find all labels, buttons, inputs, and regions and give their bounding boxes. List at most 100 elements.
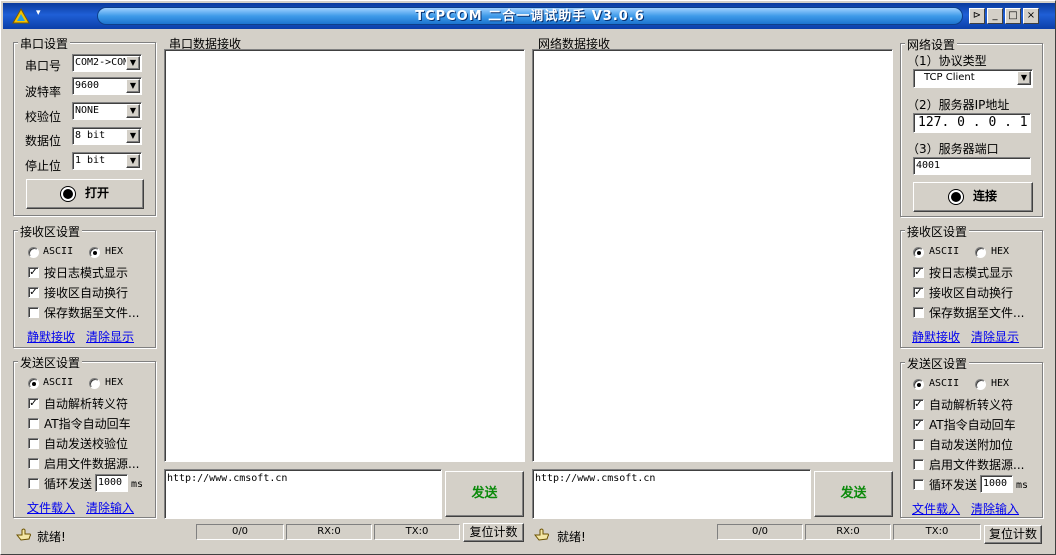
left-recv-hex-radio[interactable] (89, 247, 100, 258)
left-save-file-checkbox[interactable] (28, 307, 39, 318)
close-button[interactable]: × (1023, 8, 1039, 24)
protocol-label: （1）协议类型 (907, 54, 987, 68)
right-at-cr-label: AT指令自动回车 (929, 418, 1016, 432)
left-at-cr-checkbox[interactable] (28, 418, 39, 429)
left-save-file-label: 保存数据至文件... (44, 306, 140, 320)
right-at-cr-checkbox[interactable]: ✓ (913, 419, 924, 430)
chevron-down-icon[interactable]: ▼ (126, 79, 140, 93)
left-recv-ascii-radio[interactable] (28, 247, 39, 258)
databits-select[interactable]: 8 bit ▼ (72, 127, 142, 145)
baud-select[interactable]: 9600 ▼ (72, 77, 142, 95)
minimize-button[interactable]: _ (987, 8, 1003, 24)
connect-button[interactable]: 连接 (913, 182, 1033, 212)
pin-button[interactable]: ⊳ (969, 8, 985, 24)
open-port-button[interactable]: 打开 (26, 179, 144, 209)
left-recv-legend: 接收区设置 (18, 223, 83, 240)
left-loop-send-checkbox[interactable] (28, 478, 39, 489)
protocol-select[interactable]: TCP Client ▼ (913, 69, 1033, 88)
left-clear-input-link[interactable]: 清除输入 (86, 499, 134, 516)
right-send-ascii-label: ASCII (929, 378, 960, 389)
left-file-source-label: 启用文件数据源... (44, 457, 140, 471)
left-at-cr-label: AT指令自动回车 (44, 417, 131, 431)
right-loop-interval-input[interactable]: 1000 (980, 475, 1013, 493)
serial-send-button[interactable]: 发送 (445, 471, 524, 517)
right-send-legend: 发送区设置 (905, 355, 970, 372)
right-status-tx: TX:0 (893, 524, 981, 540)
chevron-down-icon[interactable]: ▼ (126, 104, 140, 118)
right-clear-display-link[interactable]: 清除显示 (971, 328, 1019, 345)
chevron-down-icon[interactable]: ▼ (126, 129, 140, 143)
right-save-file-checkbox[interactable] (913, 307, 924, 318)
left-send-ascii-label: ASCII (43, 377, 74, 388)
parity-select[interactable]: NONE ▼ (72, 102, 142, 120)
left-auto-escape-label: 自动解析转义符 (44, 397, 129, 411)
left-silent-recv-link[interactable]: 静默接收 (27, 328, 75, 345)
right-loop-send-checkbox[interactable] (913, 479, 924, 490)
left-log-mode-checkbox[interactable]: ✓ (28, 267, 39, 278)
chevron-down-icon[interactable]: ▼ (126, 56, 140, 70)
right-clear-input-link[interactable]: 清除输入 (971, 500, 1019, 517)
right-status-count: 0/0 (717, 524, 803, 540)
app-logo-icon[interactable] (11, 7, 31, 25)
left-send-ascii-radio[interactable] (28, 378, 39, 389)
left-auto-check-label: 自动发送校验位 (44, 437, 129, 451)
left-file-load-link[interactable]: 文件载入 (27, 499, 75, 516)
serial-recv-textarea[interactable] (164, 49, 525, 462)
right-save-file-label: 保存数据至文件... (929, 306, 1025, 320)
left-auto-wrap-checkbox[interactable]: ✓ (28, 287, 39, 298)
left-status-ready: 就绪! (37, 530, 66, 544)
left-send-hex-label: HEX (105, 377, 124, 388)
record-icon (948, 189, 963, 204)
right-send-ascii-radio[interactable] (913, 379, 924, 390)
right-log-mode-checkbox[interactable]: ✓ (913, 267, 924, 278)
left-auto-escape-checkbox[interactable]: ✓ (28, 398, 39, 409)
server-ip-input[interactable]: 127. 0 . 0 . 1 (913, 113, 1031, 133)
left-auto-check-checkbox[interactable] (28, 438, 39, 449)
net-send-input[interactable]: http://www.cmsoft.cn (532, 469, 811, 519)
right-auto-escape-checkbox[interactable]: ✓ (913, 399, 924, 410)
right-reset-count-button[interactable]: 复位计数 (984, 525, 1042, 544)
port-select[interactable]: COM2->COM ▼ (72, 54, 142, 72)
right-auto-escape-label: 自动解析转义符 (929, 398, 1014, 412)
right-auto-check-label: 自动发送附加位 (929, 438, 1014, 452)
title-bar[interactable]: ▾ TCPCOM 二合一调试助手 V3.0.6 ⊳ _ □ × (3, 3, 1055, 29)
serial-settings-legend: 串口设置 (18, 35, 71, 52)
databits-label: 数据位 (25, 134, 62, 148)
maximize-button[interactable]: □ (1005, 8, 1021, 24)
right-auto-check-checkbox[interactable] (913, 439, 924, 450)
server-port-label: （3）服务器端口 (907, 142, 999, 156)
right-auto-wrap-checkbox[interactable]: ✓ (913, 287, 924, 298)
right-recv-legend: 接收区设置 (905, 223, 970, 240)
system-menu-chevron-icon[interactable]: ▾ (36, 8, 41, 18)
net-send-button[interactable]: 发送 (814, 471, 893, 517)
right-status-ready: 就绪! (557, 530, 586, 544)
server-port-input[interactable]: 4001 (913, 157, 1031, 175)
right-recv-hex-radio[interactable] (975, 247, 986, 258)
serial-send-input[interactable]: http://www.cmsoft.cn (164, 469, 442, 519)
right-file-source-checkbox[interactable] (913, 459, 924, 470)
left-send-hex-radio[interactable] (89, 378, 100, 389)
chevron-down-icon[interactable]: ▼ (126, 154, 140, 168)
stopbits-select[interactable]: 1 bit ▼ (72, 152, 142, 170)
left-loop-interval-input[interactable]: 1000 (95, 474, 128, 492)
right-silent-recv-link[interactable]: 静默接收 (912, 328, 960, 345)
left-reset-count-button[interactable]: 复位计数 (463, 523, 524, 542)
right-send-hex-radio[interactable] (975, 379, 986, 390)
left-send-legend: 发送区设置 (18, 354, 83, 371)
hand-pointer-icon (16, 528, 31, 541)
server-ip-label: （2）服务器IP地址 (907, 98, 1010, 112)
serial-settings-group: 串口设置 串口号 COM2->COM ▼ 波特率 9600 ▼ 校验位 NONE… (13, 35, 156, 216)
right-file-load-link[interactable]: 文件载入 (912, 500, 960, 517)
left-loop-send-label: 循环发送 (44, 477, 93, 491)
right-send-settings-group: 发送区设置 ASCII HEX ✓ 自动解析转义符 ✓ AT指令自动回车 自动发… (900, 355, 1043, 518)
left-clear-display-link[interactable]: 清除显示 (86, 328, 134, 345)
record-icon (60, 186, 75, 201)
parity-label: 校验位 (25, 110, 62, 124)
net-settings-group: 网络设置 （1）协议类型 TCP Client ▼ （2）服务器IP地址 127… (900, 36, 1043, 217)
right-recv-hex-label: HEX (991, 246, 1010, 257)
right-auto-wrap-label: 接收区自动换行 (929, 286, 1014, 300)
right-recv-ascii-radio[interactable] (913, 247, 924, 258)
chevron-down-icon[interactable]: ▼ (1017, 71, 1031, 85)
net-recv-textarea[interactable] (532, 49, 893, 462)
left-file-source-checkbox[interactable] (28, 458, 39, 469)
